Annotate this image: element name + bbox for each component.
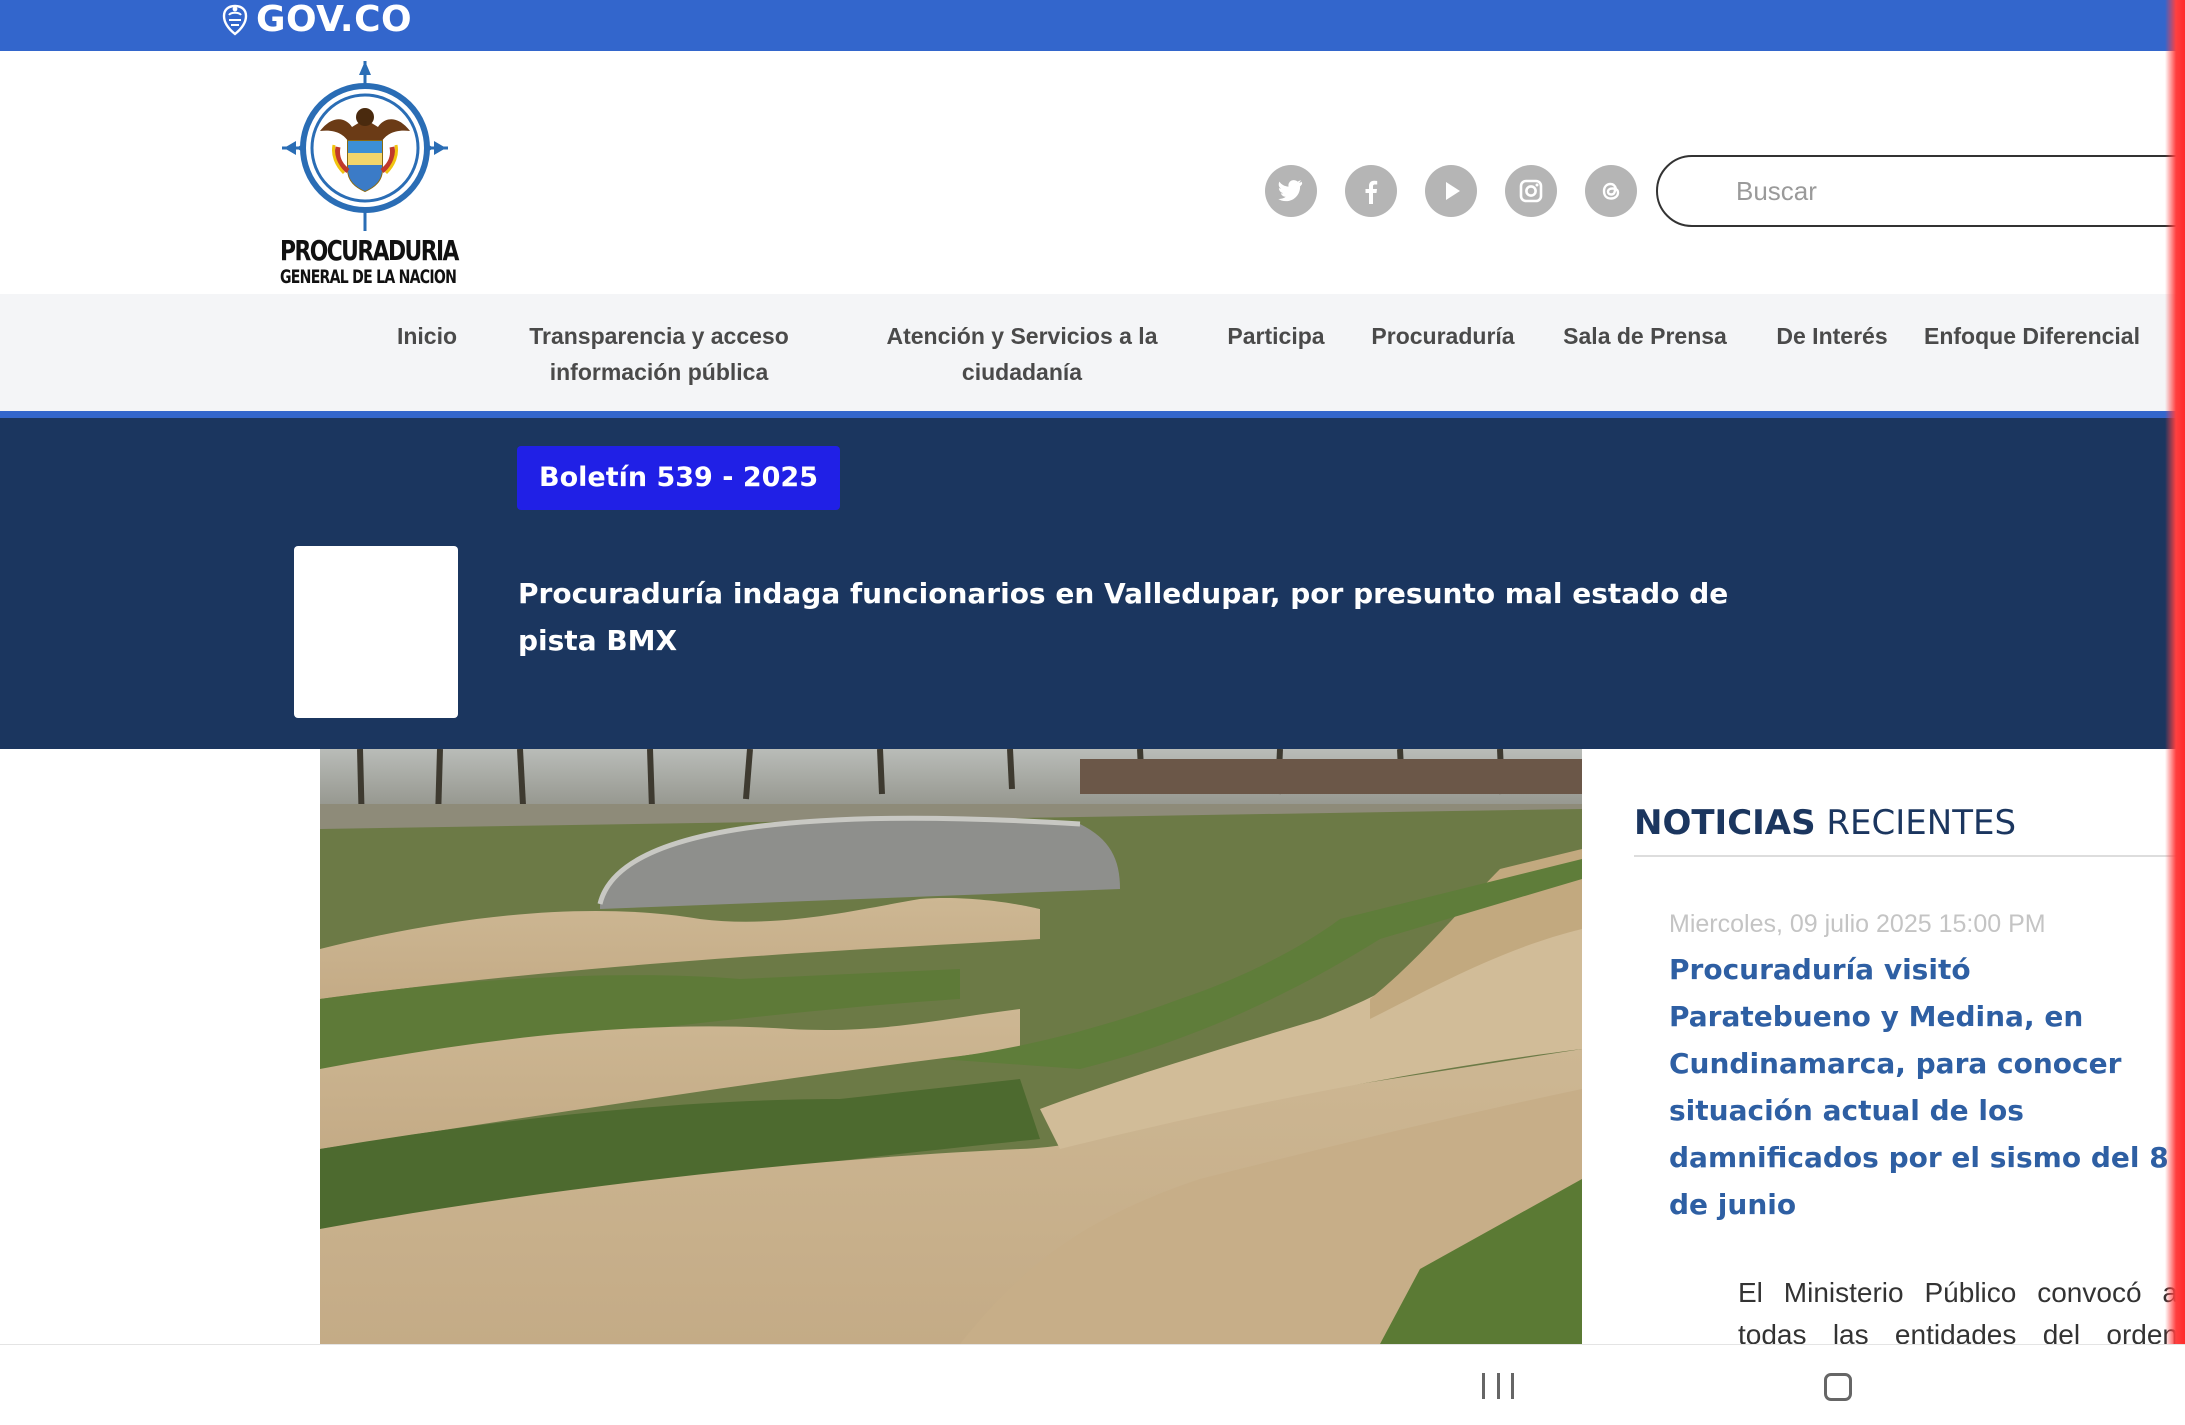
instagram-icon[interactable]	[1505, 165, 1557, 217]
nav-item-procuraduria[interactable]: Procuraduría	[1360, 318, 1526, 354]
recent-news-divider	[1634, 855, 2185, 857]
twitter-icon[interactable]	[1265, 165, 1317, 217]
gov-co-logo[interactable]: GOV.CO	[218, 0, 412, 40]
nav-item-participa[interactable]: Participa	[1214, 318, 1338, 354]
nav-item-de-interes[interactable]: De Interés	[1764, 318, 1900, 354]
search-input[interactable]	[1736, 171, 2136, 211]
bmx-track-image	[320, 749, 1582, 1344]
nav-underline	[0, 411, 2185, 418]
news-banner: Boletín 539 - 2025 Procuraduría indaga f…	[0, 418, 2185, 749]
search-box[interactable]	[1656, 155, 2185, 227]
recent-news-heading-light: RECIENTES	[1826, 803, 2017, 843]
youtube-icon[interactable]	[1425, 165, 1477, 217]
system-navigation-bar	[0, 1344, 2185, 1425]
social-links	[1265, 165, 1637, 217]
bulletin-badge: Boletín 539 - 2025	[517, 446, 840, 510]
recent-news-heading-strong: NOTICIAS	[1634, 803, 1816, 843]
procuraduria-logo[interactable]: PROCURADURIA GENERAL DE LA NACION	[270, 61, 459, 291]
facebook-icon[interactable]	[1345, 165, 1397, 217]
page: GOV.CO PROCURADURIA GENERAL DE LA NACION…	[0, 0, 2185, 1425]
nav-item-transparencia[interactable]: Transparencia y acceso información públi…	[512, 318, 806, 390]
colombia-shield-icon	[222, 4, 248, 36]
news-date: Miercoles, 09 julio 2025 15:00 PM	[1669, 910, 2046, 938]
main-nav: Inicio Transparencia y acceso informació…	[0, 294, 2185, 411]
nav-item-sala-de-prensa[interactable]: Sala de Prensa	[1550, 318, 1740, 354]
brand-subname: GENERAL DE LA NACION	[280, 266, 457, 288]
brand-name: PROCURADURIA	[280, 234, 459, 267]
recent-news-heading: NOTICIAS RECIENTES	[1634, 800, 2016, 846]
gov-co-bar: GOV.CO	[0, 0, 2185, 51]
site-header: PROCURADURIA GENERAL DE LA NACION	[0, 51, 2185, 294]
home-icon[interactable]	[1824, 1373, 1852, 1401]
threads-icon[interactable]	[1585, 165, 1637, 217]
screen-edge-highlight	[2165, 0, 2185, 1425]
nav-item-enfoque-diferencial[interactable]: Enfoque Diferencial	[1924, 318, 2174, 354]
article-headline: Procuraduría indaga funcionarios en Vall…	[518, 577, 1729, 657]
nav-item-atencion[interactable]: Atención y Servicios a la ciudadanía	[862, 318, 1182, 390]
procuraduria-emblem-icon	[282, 61, 448, 231]
gov-co-text: GOV.CO	[256, 0, 413, 40]
news-title-link[interactable]: Procuraduría visitó Paratebueno y Medina…	[1669, 946, 2179, 1228]
nav-item-inicio[interactable]: Inicio	[382, 318, 472, 354]
article-photo	[320, 749, 1582, 1344]
recents-icon[interactable]	[1482, 1373, 1514, 1401]
banner-thumbnail	[294, 546, 458, 718]
